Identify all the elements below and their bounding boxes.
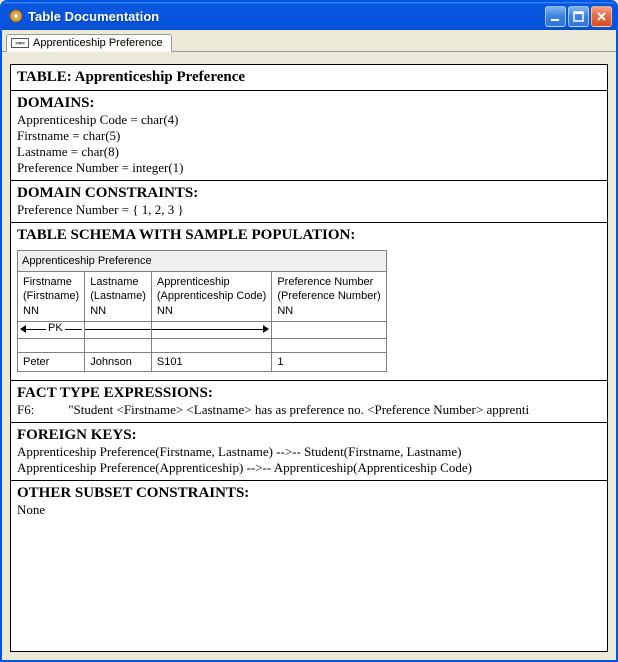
- pk-label: PK: [46, 322, 65, 334]
- schema-heading: TABLE SCHEMA WITH SAMPLE POPULATION:: [17, 227, 601, 244]
- window-buttons: [545, 6, 612, 27]
- table-heading: TABLE: Apprenticeship Preference: [17, 69, 601, 86]
- col-header: Preference Number (Preference Number) NN: [272, 272, 386, 322]
- minimize-button[interactable]: [545, 6, 566, 27]
- window-title: Table Documentation: [28, 9, 545, 24]
- titlebar[interactable]: Table Documentation: [2, 2, 616, 30]
- domains-section: DOMAINS: Apprenticeship Code = char(4) F…: [11, 91, 607, 181]
- col-header: Apprenticeship (Apprenticeship Code) NN: [151, 272, 271, 322]
- domain-constraint-line: Preference Number = { 1, 2, 3 }: [17, 202, 601, 218]
- fk-line: Apprenticeship Preference(Apprenticeship…: [17, 460, 601, 476]
- schema-table-wrap: Apprenticeship Preference Firstname (Fir…: [17, 250, 387, 372]
- data-cell: 1: [272, 352, 386, 371]
- data-row: Peter Johnson S101 1: [18, 352, 387, 371]
- minimize-icon: [550, 11, 561, 22]
- foreign-keys-heading: FOREIGN KEYS:: [17, 427, 601, 444]
- data-cell: Johnson: [85, 352, 152, 371]
- domains-heading: DOMAINS:: [17, 95, 601, 112]
- data-cell: S101: [151, 352, 271, 371]
- col-header: Lastname (Lastname) NN: [85, 272, 152, 322]
- tab-apprenticeship-preference[interactable]: ▭▭ Apprenticeship Preference: [6, 34, 172, 52]
- schema-header-row: Firstname (Firstname) NN Lastname (Lastn…: [18, 272, 387, 322]
- document-content: TABLE: Apprenticeship Preference DOMAINS…: [10, 64, 608, 652]
- content-wrap: TABLE: Apprenticeship Preference DOMAINS…: [2, 52, 616, 660]
- spacer-row: [18, 338, 387, 352]
- close-icon: [596, 11, 607, 22]
- fact-types-section: FACT TYPE EXPRESSIONS: F6: "Student <Fir…: [11, 381, 607, 423]
- foreign-keys-section: FOREIGN KEYS: Apprenticeship Preference(…: [11, 423, 607, 481]
- subset-constraint-text: None: [17, 502, 601, 518]
- fact-type-line: F6: "Student <Firstname> <Lastname> has …: [17, 402, 601, 418]
- col-header: Firstname (Firstname) NN: [18, 272, 85, 322]
- subset-constraints-section: OTHER SUBSET CONSTRAINTS: None: [11, 481, 607, 522]
- tab-label: Apprenticeship Preference: [33, 37, 163, 49]
- domain-constraints-heading: DOMAIN CONSTRAINTS:: [17, 185, 601, 202]
- maximize-icon: [573, 11, 584, 22]
- table-icon: ▭▭: [11, 38, 29, 48]
- domain-constraints-section: DOMAIN CONSTRAINTS: Preference Number = …: [11, 181, 607, 223]
- schema-caption: Apprenticeship Preference: [18, 251, 387, 272]
- close-button[interactable]: [591, 6, 612, 27]
- data-cell: Peter: [18, 352, 85, 371]
- pk-indicator-row: PK: [18, 321, 387, 338]
- client-area: ▭▭ Apprenticeship Preference TABLE: Appr…: [2, 30, 616, 660]
- schema-section: TABLE SCHEMA WITH SAMPLE POPULATION: App…: [11, 223, 607, 381]
- domain-line: Preference Number = integer(1): [17, 160, 601, 176]
- fk-line: Apprenticeship Preference(Firstname, Las…: [17, 444, 601, 460]
- subset-constraints-heading: OTHER SUBSET CONSTRAINTS:: [17, 485, 601, 502]
- domain-line: Lastname = char(8): [17, 144, 601, 160]
- table-header-section: TABLE: Apprenticeship Preference: [11, 65, 607, 91]
- tab-bar: ▭▭ Apprenticeship Preference: [2, 30, 616, 52]
- maximize-button[interactable]: [568, 6, 589, 27]
- schema-table: Apprenticeship Preference Firstname (Fir…: [17, 250, 387, 372]
- app-icon: [8, 8, 24, 24]
- domain-line: Firstname = char(5): [17, 128, 601, 144]
- domain-line: Apprenticeship Code = char(4): [17, 112, 601, 128]
- fact-types-heading: FACT TYPE EXPRESSIONS:: [17, 385, 601, 402]
- app-window: Table Documentation ▭▭ Apprenticeship Pr…: [0, 0, 618, 662]
